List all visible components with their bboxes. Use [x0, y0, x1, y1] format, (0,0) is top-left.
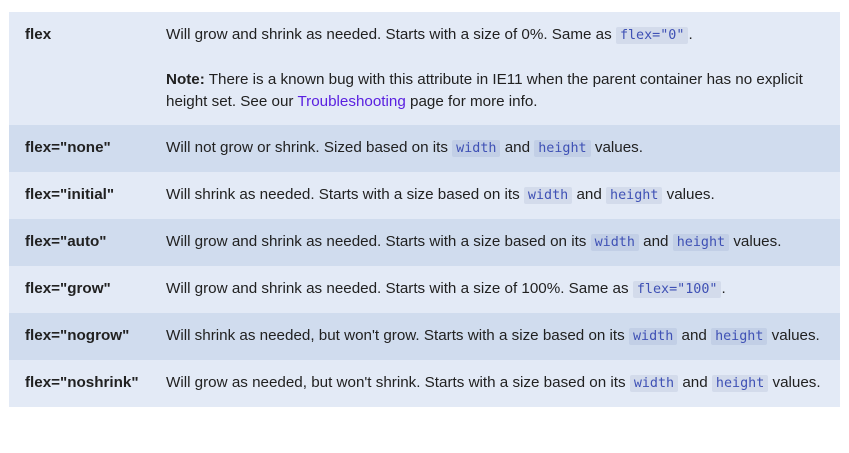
table-row: flex="initial" Will shrink as needed. St…: [9, 172, 840, 219]
attribute-name: flex="initial": [25, 186, 115, 203]
attribute-description: Will grow and shrink as needed. Starts w…: [166, 12, 840, 125]
attribute-name: flex="none": [25, 139, 111, 156]
description-text: Will grow and shrink as needed. Starts w…: [166, 233, 591, 250]
attribute-name: flex="noshrink": [25, 374, 139, 391]
description-text: and: [678, 374, 712, 391]
code-snippet: width: [629, 375, 679, 392]
attribute-description: Will grow as needed, but won't shrink. S…: [166, 360, 840, 407]
description-paragraph: Will grow and shrink as needed. Starts w…: [166, 24, 826, 47]
description-text: values.: [590, 139, 643, 156]
table-row: flex="none" Will not grow or shrink. Siz…: [9, 125, 840, 172]
description-text: Will grow and shrink as needed. Starts w…: [166, 26, 616, 43]
code-snippet: height: [711, 375, 769, 392]
description-text: and: [638, 233, 673, 250]
description-text: and: [500, 139, 535, 156]
code-snippet: flex="0": [615, 27, 689, 44]
description-text: and: [572, 186, 607, 203]
table-row: flex="noshrink" Will grow as needed, but…: [9, 360, 840, 407]
description-text: and: [677, 327, 712, 344]
note-text: page for more info.: [405, 93, 538, 110]
flex-attribute-table: flex Will grow and shrink as needed. Sta…: [9, 12, 840, 407]
description-text: Will shrink as needed, but won't grow. S…: [166, 327, 629, 344]
code-snippet: width: [452, 140, 501, 157]
attribute-description: Will grow and shrink as needed. Starts w…: [166, 219, 840, 266]
code-snippet: height: [606, 187, 663, 204]
flex-attribute-table-container: flex Will grow and shrink as needed. Sta…: [9, 12, 840, 407]
code-snippet: width: [523, 187, 573, 204]
description-text: values.: [767, 327, 820, 344]
attribute-description: Will grow and shrink as needed. Starts w…: [166, 266, 840, 313]
description-text: Will shrink as needed. Starts with a siz…: [166, 186, 524, 203]
description-text: values.: [662, 186, 715, 203]
code-snippet: flex="100": [632, 281, 722, 298]
code-snippet: height: [672, 234, 730, 251]
description-text: values.: [768, 374, 821, 391]
description-text: values.: [729, 233, 782, 250]
code-snippet: width: [628, 328, 678, 345]
table-row: flex Will grow and shrink as needed. Sta…: [9, 12, 840, 125]
note-label: Note:: [166, 71, 205, 88]
code-snippet: height: [534, 140, 591, 157]
code-snippet: height: [711, 328, 768, 345]
description-text: Will grow as needed, but won't shrink. S…: [166, 374, 630, 391]
attribute-name: flex="grow": [25, 280, 111, 297]
attribute-description: Will not grow or shrink. Sized based on …: [166, 125, 840, 172]
description-text: Will not grow or shrink. Sized based on …: [166, 139, 453, 156]
troubleshooting-link[interactable]: Troubleshooting: [297, 93, 405, 110]
note-paragraph: Note: There is a known bug with this att…: [166, 69, 826, 113]
attribute-description: Will shrink as needed, but won't grow. S…: [166, 313, 840, 360]
table-row: flex="auto" Will grow and shrink as need…: [9, 219, 840, 266]
description-text: .: [721, 280, 726, 297]
table-row: flex="nogrow" Will shrink as needed, but…: [9, 313, 840, 360]
attribute-name: flex="nogrow": [25, 327, 130, 344]
attribute-description: Will shrink as needed. Starts with a siz…: [166, 172, 840, 219]
description-text: Will grow and shrink as needed. Starts w…: [166, 280, 633, 297]
table-row: flex="grow" Will grow and shrink as need…: [9, 266, 840, 313]
attribute-name: flex: [25, 26, 52, 43]
attribute-name: flex="auto": [25, 233, 107, 250]
code-snippet: width: [590, 234, 639, 251]
description-text: .: [688, 26, 693, 43]
